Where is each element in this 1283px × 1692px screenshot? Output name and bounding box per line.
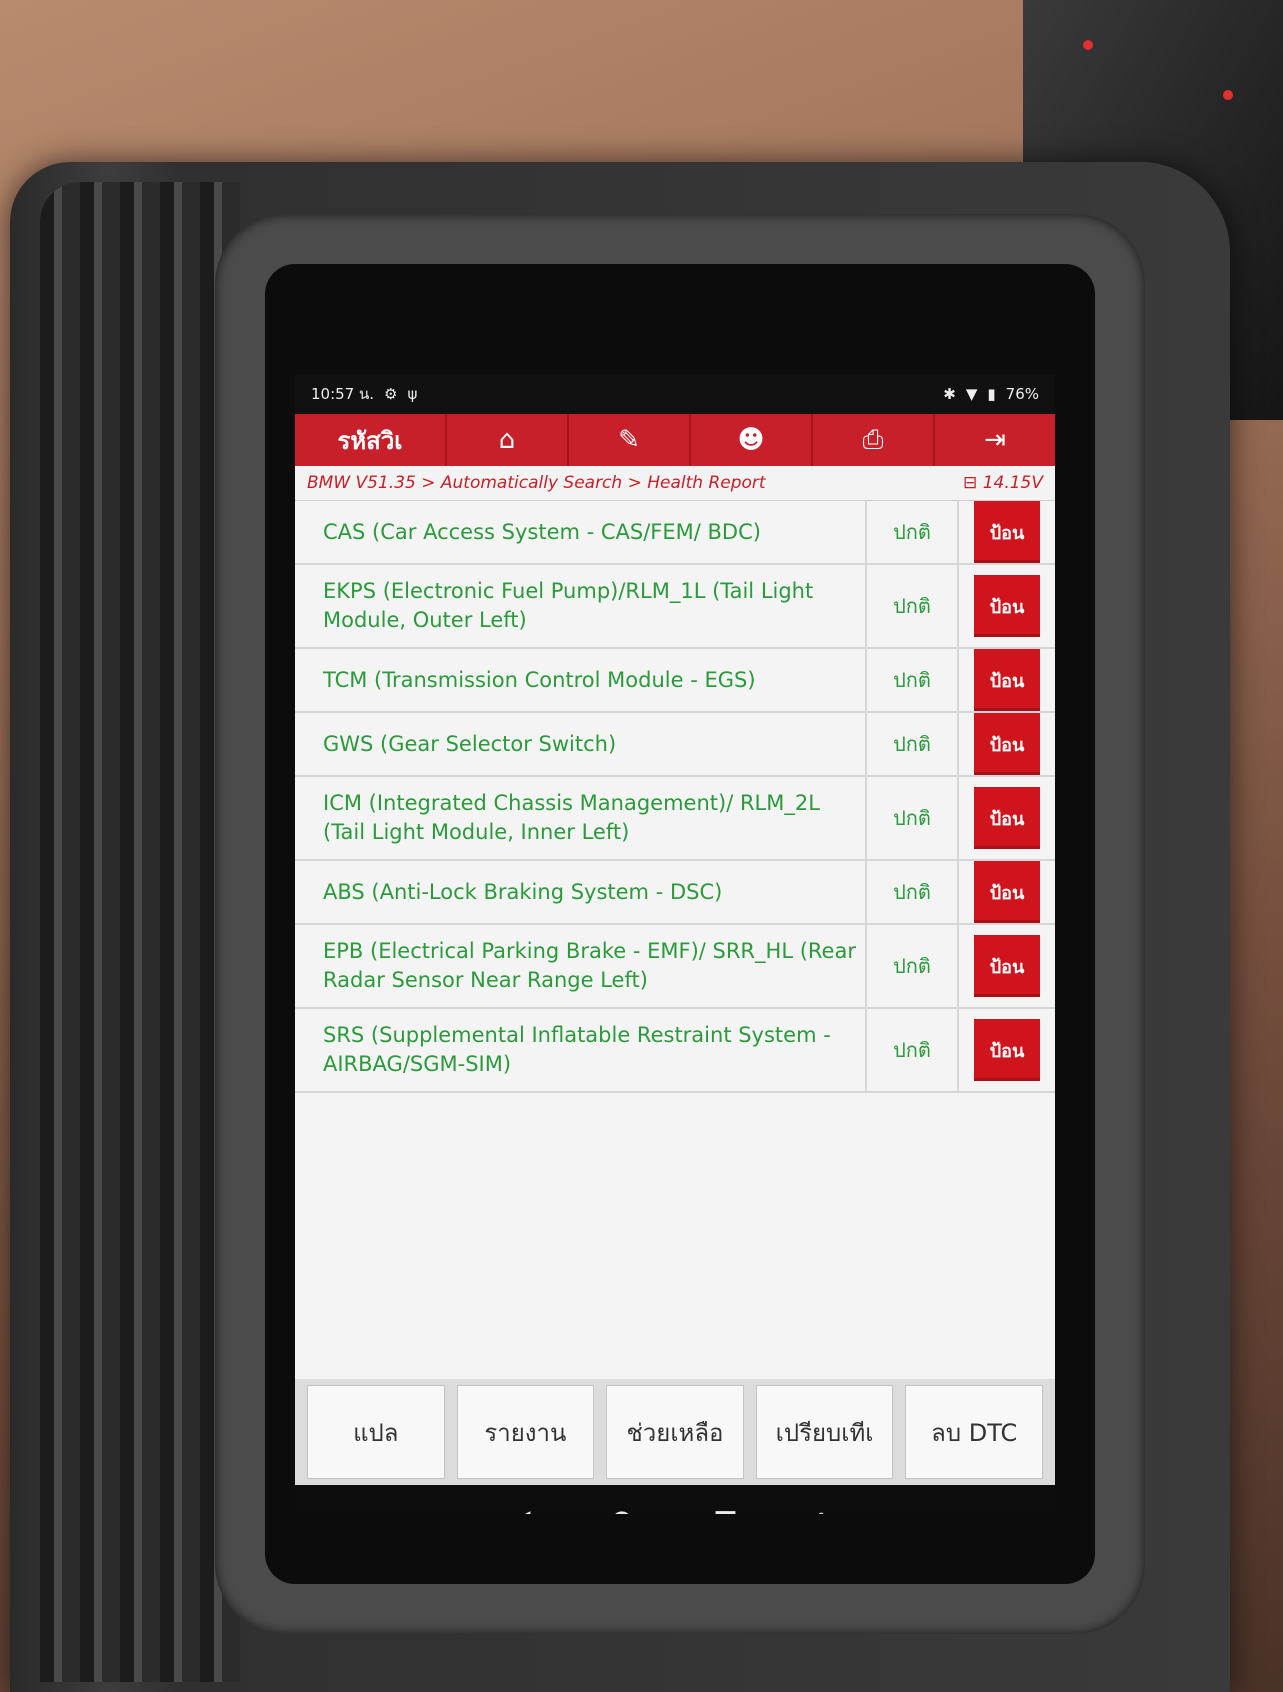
system-name: GWS (Gear Selector Switch) [295, 713, 867, 775]
print-icon: ⎙ [862, 424, 884, 455]
home-icon: ⌂ [498, 425, 516, 455]
compare-button[interactable]: เปรียบเทีเ [755, 1385, 894, 1479]
nav-title: รหัสวิเ [337, 426, 403, 455]
diagnostic-tablet: 10:57 น. ⚙ ψ ✱ ▼ ▮ 76% รหัสวิเ ⌂ ✎ ☻ ⎙ ⇥… [10, 162, 1230, 1692]
enter-system-button[interactable]: ป้อน [974, 935, 1040, 997]
device-grip-ribs [40, 182, 240, 1682]
breadcrumb: BMW V51.35 > Automatically Search > Heal… [295, 466, 1055, 501]
list-item: ICM (Integrated Chassis Management)/ RLM… [295, 777, 1055, 861]
list-item: ABS (Anti-Lock Braking System - DSC) ปกต… [295, 861, 1055, 925]
bluetooth-icon: ✱ [943, 385, 956, 403]
dash-indicator-light [1223, 90, 1233, 100]
home-button[interactable]: ⌂ [445, 414, 567, 466]
system-status: ปกติ [867, 713, 959, 775]
system-name: TCM (Transmission Control Module - EGS) [295, 649, 867, 711]
system-name: CAS (Car Access System - CAS/FEM/ BDC) [295, 501, 867, 563]
system-name: EPB (Electrical Parking Brake - EMF)/ SR… [295, 925, 867, 1007]
screen-glass: 10:57 น. ⚙ ψ ✱ ▼ ▮ 76% รหัสวิเ ⌂ ✎ ☻ ⎙ ⇥… [265, 264, 1095, 1584]
breadcrumb-path: BMW V51.35 > Automatically Search > Heal… [307, 473, 766, 493]
edit-report-icon: ✎ [618, 425, 640, 455]
system-name: SRS (Supplemental Inflatable Restraint S… [295, 1009, 867, 1091]
enter-system-button[interactable]: ป้อน [974, 649, 1040, 711]
recents-icon[interactable]: ■ [713, 1505, 738, 1514]
usb-status-icon: ψ [407, 385, 418, 403]
print-button[interactable]: ⎙ [811, 414, 933, 466]
home-circle-icon[interactable]: ● [610, 1505, 633, 1514]
list-item: GWS (Gear Selector Switch) ปกติ ป้อน [295, 713, 1055, 777]
bottom-action-bar: แปล รายงาน ช่วยเหลือ เปรียบเทีเ ลบ DTC [295, 1379, 1055, 1485]
system-status: ปกติ [867, 565, 959, 647]
user-icon: ☻ [737, 425, 765, 455]
top-navbar: รหัสวิเ ⌂ ✎ ☻ ⎙ ⇥ [295, 414, 1055, 466]
app-screen: 10:57 น. ⚙ ψ ✱ ▼ ▮ 76% รหัสวิเ ⌂ ✎ ☻ ⎙ ⇥… [295, 374, 1055, 1514]
system-status: ปกติ [867, 649, 959, 711]
list-item: SRS (Supplemental Inflatable Restraint S… [295, 1009, 1055, 1093]
system-status: ปกติ [867, 925, 959, 1007]
list-item: TCM (Transmission Control Module - EGS) … [295, 649, 1055, 713]
status-bar: 10:57 น. ⚙ ψ ✱ ▼ ▮ 76% [295, 374, 1055, 414]
user-button[interactable]: ☻ [689, 414, 811, 466]
back-icon[interactable]: ◀ [510, 1505, 530, 1514]
battery-icon: ▮ [987, 385, 996, 403]
enter-system-button[interactable]: ป้อน [974, 861, 1040, 923]
system-name: ABS (Anti-Lock Braking System - DSC) [295, 861, 867, 923]
list-item: EPB (Electrical Parking Brake - EMF)/ SR… [295, 925, 1055, 1009]
screen-bezel: 10:57 น. ⚙ ψ ✱ ▼ ▮ 76% รหัสวิเ ⌂ ✎ ☻ ⎙ ⇥… [215, 214, 1145, 1634]
list-item: EKPS (Electronic Fuel Pump)/RLM_1L (Tail… [295, 565, 1055, 649]
car-battery-icon: ⊟ [963, 473, 978, 493]
voltage-readout: ⊟ 14.15V [963, 473, 1043, 493]
system-name: ICM (Integrated Chassis Management)/ RLM… [295, 777, 867, 859]
system-status: ปกติ [867, 861, 959, 923]
clear-dtc-button[interactable]: ลบ DTC [905, 1385, 1043, 1479]
enter-system-button[interactable]: ป้อน [974, 575, 1040, 637]
screenshot-icon[interactable]: ✂ [818, 1505, 840, 1514]
help-button[interactable]: ช่วยเหลือ [606, 1385, 744, 1479]
system-status: ปกติ [867, 501, 959, 563]
settings-status-icon: ⚙ [384, 385, 398, 403]
status-time: 10:57 น. [311, 385, 375, 403]
enter-system-button[interactable]: ป้อน [974, 787, 1040, 849]
health-report-list: CAS (Car Access System - CAS/FEM/ BDC) ป… [295, 501, 1055, 1379]
enter-system-button[interactable]: ป้อน [974, 713, 1040, 775]
enter-system-button[interactable]: ป้อน [974, 1019, 1040, 1081]
list-item: CAS (Car Access System - CAS/FEM/ BDC) ป… [295, 501, 1055, 565]
wifi-icon: ▼ [965, 385, 978, 403]
exit-icon: ⇥ [984, 425, 1006, 455]
system-status: ปกติ [867, 777, 959, 859]
dash-indicator-light [1083, 40, 1093, 50]
report-button[interactable]: รายงาน [456, 1385, 595, 1479]
enter-system-button[interactable]: ป้อน [974, 501, 1040, 563]
system-name: EKPS (Electronic Fuel Pump)/RLM_1L (Tail… [295, 565, 867, 647]
system-status: ปกติ [867, 1009, 959, 1091]
translate-button[interactable]: แปล [307, 1385, 445, 1479]
voltage-value: 14.15V [982, 473, 1043, 493]
android-nav-bar: ◀ ● ■ ✂ [295, 1485, 1055, 1514]
battery-level: 76% [1005, 385, 1039, 403]
edit-report-button[interactable]: ✎ [567, 414, 689, 466]
exit-button[interactable]: ⇥ [933, 414, 1055, 466]
